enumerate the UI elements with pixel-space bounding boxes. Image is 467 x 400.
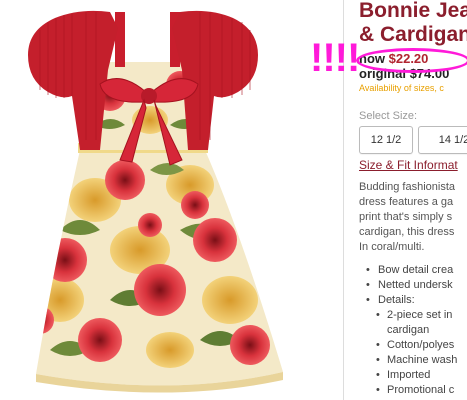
- product-title: Bonnie Jea & Cardigan: [359, 0, 467, 47]
- detail-item: Promotional c: [366, 383, 457, 398]
- detail-item: Cotton/polyes: [366, 338, 457, 353]
- detail-item-continued: cardigan: [387, 324, 430, 336]
- dress-illustration: [28, 10, 283, 393]
- product-image: [0, 0, 344, 400]
- description-line: dress features a ga: [359, 196, 454, 208]
- select-size-label: Select Size:: [359, 110, 418, 122]
- feature-item: Netted undersk: [366, 278, 457, 293]
- size-fit-link[interactable]: Size & Fit Informat: [359, 158, 458, 172]
- detail-item: Imported: [366, 368, 457, 383]
- detail-item: Machine wash: [366, 353, 457, 368]
- feature-list: Bow detail crea Netted undersk Details: …: [366, 263, 457, 398]
- description-line: Budding fashionista: [359, 181, 456, 193]
- size-option-14-half[interactable]: 14 1/2: [418, 126, 467, 154]
- detail-item: 2-piece set in: [366, 308, 457, 323]
- description-line: cardigan, this dress: [359, 226, 455, 238]
- exclamation-annotation: !!!!: [310, 36, 360, 80]
- description-line: print that's simply s: [359, 211, 453, 223]
- size-option-12-half[interactable]: 12 1/2: [359, 126, 413, 154]
- feature-item: Bow detail crea: [366, 263, 457, 278]
- title-line-2: & Cardigan: [359, 23, 467, 46]
- price-highlight-circle: [356, 48, 467, 73]
- feature-item: Details:: [366, 293, 457, 308]
- title-line-1: Bonnie Jea: [359, 0, 467, 22]
- availability-note[interactable]: Availability of sizes, c: [359, 83, 444, 93]
- description-line: In coral/multi.: [359, 241, 425, 253]
- product-description: Budding fashionista dress features a ga …: [359, 180, 467, 255]
